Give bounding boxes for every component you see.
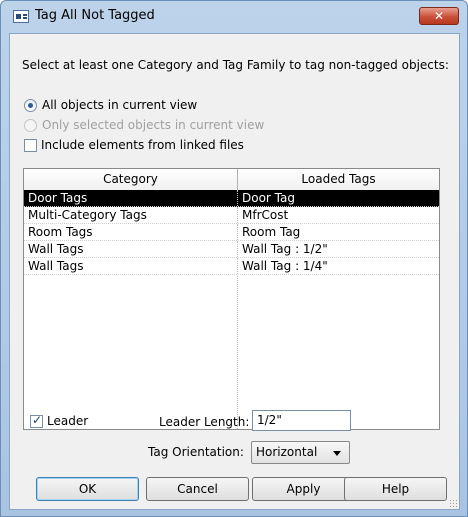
radio-button-disabled	[24, 118, 37, 132]
checkbox-checked[interactable]	[30, 413, 43, 428]
window-title: Tag All Not Tagged	[35, 8, 155, 23]
table-row[interactable]: Wall Tags Wall Tag : 1/4"	[24, 258, 439, 275]
table-row[interactable]: Wall Tags Wall Tag : 1/2"	[24, 241, 439, 258]
column-header-category[interactable]: Category	[24, 169, 238, 190]
grid-header: Category Loaded Tags	[24, 169, 439, 190]
radio-button-checked[interactable]	[24, 98, 37, 112]
category-cell[interactable]: Wall Tags	[24, 241, 238, 257]
radio-only-selected-label: Only selected objects in current view	[42, 118, 265, 132]
tag-orientation-value: Horizontal	[256, 445, 318, 459]
category-tag-grid[interactable]: Category Loaded Tags Door Tags Door Tag …	[23, 168, 440, 430]
tag-orientation-label: Tag Orientation:	[148, 445, 244, 459]
loaded-tag-cell[interactable]: Room Tag	[238, 224, 439, 240]
category-cell[interactable]: Wall Tags	[24, 258, 238, 274]
cancel-button[interactable]: Cancel	[146, 477, 249, 501]
table-row[interactable]: Door Tags Door Tag	[24, 190, 439, 207]
close-button[interactable]: ✕	[419, 7, 459, 25]
leader-length-label: Leader Length:	[159, 415, 250, 429]
dialog-window: Tag All Not Tagged ✕ Select at least one…	[0, 0, 468, 517]
help-button[interactable]: Help	[344, 477, 447, 501]
column-header-loaded-tags[interactable]: Loaded Tags	[238, 169, 439, 190]
resize-grip-icon[interactable]	[449, 499, 457, 507]
dialog-body: Select at least one Category and Tag Fam…	[9, 33, 460, 510]
ok-button[interactable]: OK	[36, 477, 139, 501]
include-linked-files-checkbox[interactable]: Include elements from linked files	[24, 138, 244, 152]
leader-checkbox[interactable]: Leader	[30, 413, 89, 428]
chevron-down-icon	[333, 451, 341, 456]
radio-all-objects-label: All objects in current view	[42, 98, 198, 112]
radio-all-objects[interactable]: All objects in current view	[24, 98, 197, 112]
checkbox[interactable]	[24, 138, 37, 152]
tag-orientation-dropdown[interactable]: Horizontal	[251, 441, 350, 464]
table-row[interactable]: Multi-Category Tags MfrCost	[24, 207, 439, 224]
category-cell[interactable]: Door Tags	[24, 190, 238, 206]
loaded-tag-cell[interactable]: Wall Tag : 1/2"	[238, 241, 439, 257]
app-icon	[13, 10, 29, 23]
apply-button[interactable]: Apply	[252, 477, 355, 501]
leader-length-input[interactable]: 1/2"	[252, 410, 351, 431]
include-linked-files-label: Include elements from linked files	[41, 138, 244, 152]
category-cell[interactable]: Multi-Category Tags	[24, 207, 238, 223]
title-bar[interactable]: Tag All Not Tagged ✕	[1, 1, 467, 33]
loaded-tag-cell[interactable]: MfrCost	[238, 207, 439, 223]
loaded-tag-cell[interactable]: Door Tag	[238, 190, 439, 206]
category-cell[interactable]: Room Tags	[24, 224, 238, 240]
column-divider	[237, 276, 238, 429]
table-row[interactable]: Room Tags Room Tag	[24, 224, 439, 241]
instruction-text: Select at least one Category and Tag Fam…	[22, 58, 449, 72]
leader-label: Leader	[47, 414, 89, 428]
radio-only-selected: Only selected objects in current view	[24, 118, 264, 132]
loaded-tag-cell[interactable]: Wall Tag : 1/4"	[238, 258, 439, 274]
